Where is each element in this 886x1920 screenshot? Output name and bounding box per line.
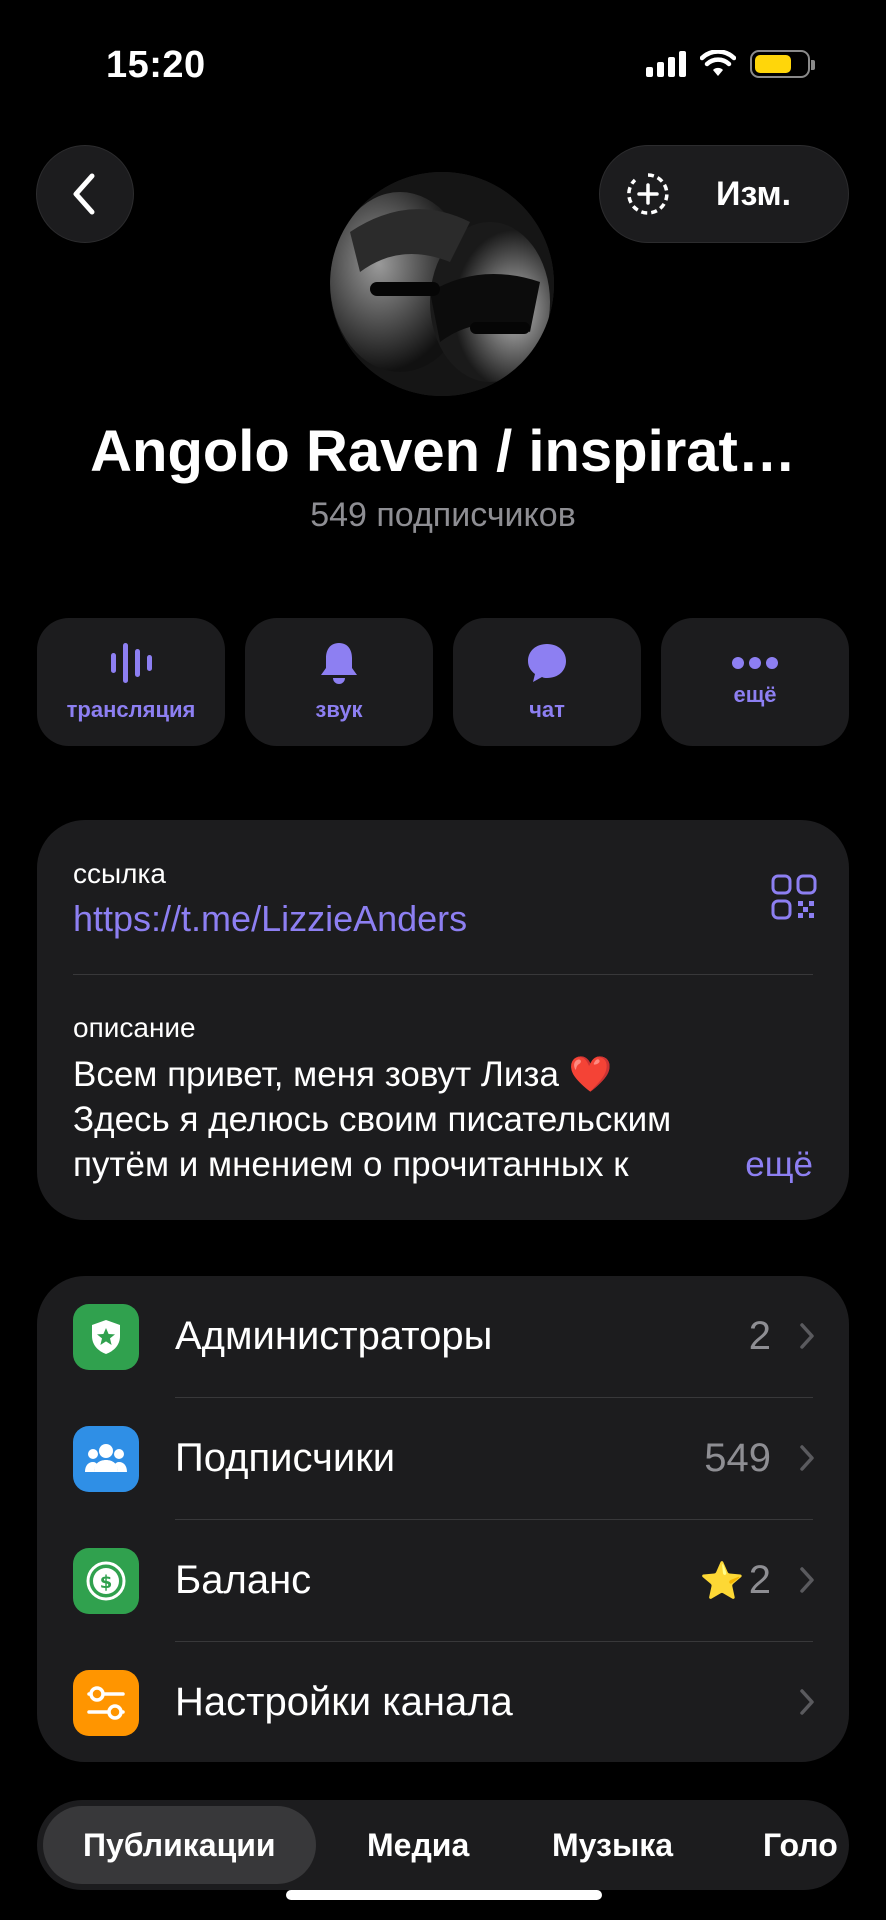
menu-title: Настройки канала bbox=[175, 1680, 513, 1724]
qr-code-icon[interactable] bbox=[771, 874, 817, 925]
more-dots-icon bbox=[732, 657, 778, 669]
info-card: ссылка https://t.me/LizzieAnders описани… bbox=[37, 820, 849, 1220]
tab-music[interactable]: Музыка bbox=[552, 1800, 673, 1890]
balance-value: 2 bbox=[748, 1558, 771, 1602]
tab-media[interactable]: Медиа bbox=[367, 1800, 469, 1890]
media-tab-bar: Публикации Медиа Музыка Голо bbox=[37, 1800, 849, 1890]
edit-label: Изм. bbox=[716, 174, 792, 213]
more-button[interactable]: ещё bbox=[661, 618, 849, 746]
description-more-link[interactable]: ещё bbox=[705, 1142, 813, 1187]
management-menu: Администраторы 2 Подписчики 549 $ Баланс… bbox=[37, 1276, 849, 1762]
channel-name: Angolo Raven / inspirat… bbox=[90, 419, 796, 484]
more-label: ещё bbox=[733, 682, 777, 707]
menu-title: Баланс bbox=[175, 1558, 312, 1602]
channel-description[interactable]: Всем привет, меня зовут Лиза ❤️ Здесь я … bbox=[73, 1052, 813, 1187]
add-story-icon bbox=[627, 173, 669, 215]
action-bar: трансляция звук чат ещё bbox=[37, 618, 849, 746]
subscriber-count: 549 подписчиков bbox=[310, 496, 576, 534]
tab-publications[interactable]: Публикации bbox=[43, 1806, 316, 1884]
chevron-right-icon bbox=[800, 1445, 814, 1471]
link-label: ссылка bbox=[73, 858, 166, 889]
status-icons bbox=[646, 50, 815, 78]
wifi-icon bbox=[700, 50, 736, 76]
chevron-right-icon bbox=[800, 1567, 814, 1593]
menu-value: ⭐ 2 bbox=[700, 1558, 771, 1603]
menu-row-balance[interactable]: $ Баланс ⭐ 2 bbox=[37, 1520, 849, 1641]
stream-button[interactable]: трансляция bbox=[37, 618, 225, 746]
channel-link[interactable]: https://t.me/LizzieAnders bbox=[73, 898, 467, 940]
signal-icon bbox=[646, 51, 686, 77]
menu-title: Подписчики bbox=[175, 1436, 396, 1480]
description-line: Здесь я делюсь своим писательским bbox=[73, 1100, 672, 1139]
menu-row-channel-settings[interactable]: Настройки канала bbox=[37, 1642, 849, 1763]
menu-row-subscribers[interactable]: Подписчики 549 bbox=[37, 1398, 849, 1519]
stream-label: трансляция bbox=[66, 697, 196, 722]
edit-button[interactable]: Изм. bbox=[599, 145, 849, 243]
battery-icon bbox=[750, 50, 815, 78]
svg-text:$: $ bbox=[100, 1572, 113, 1593]
sound-button[interactable]: звук bbox=[245, 618, 433, 746]
status-time: 15:20 bbox=[106, 44, 206, 86]
settings-sliders-icon bbox=[73, 1669, 139, 1736]
menu-value: 549 bbox=[704, 1436, 771, 1480]
people-icon bbox=[73, 1425, 139, 1492]
tab-voice[interactable]: Голо bbox=[763, 1800, 838, 1890]
description-line: Всем привет, меня зовут Лиза ❤️ bbox=[73, 1055, 613, 1094]
dollar-icon: $ bbox=[73, 1547, 139, 1614]
menu-value: 2 bbox=[748, 1314, 771, 1358]
menu-title: Администраторы bbox=[175, 1314, 493, 1358]
star-icon: ⭐ bbox=[699, 1559, 745, 1601]
description-label: описание bbox=[73, 1012, 196, 1043]
menu-row-administrators[interactable]: Администраторы 2 bbox=[37, 1276, 849, 1397]
chevron-right-icon bbox=[800, 1689, 814, 1715]
back-button[interactable] bbox=[36, 145, 134, 243]
channel-avatar[interactable] bbox=[330, 172, 554, 396]
description-line: путём и мнением о прочитанных к bbox=[73, 1145, 629, 1184]
stream-icon bbox=[111, 643, 152, 683]
info-divider bbox=[73, 974, 813, 975]
chevron-right-icon bbox=[800, 1323, 814, 1349]
admin-shield-icon bbox=[73, 1303, 139, 1370]
chevron-left-icon bbox=[73, 173, 95, 215]
bell-icon bbox=[321, 643, 357, 684]
sound-label: звук bbox=[315, 697, 363, 722]
chat-bubble-icon bbox=[528, 644, 566, 682]
chat-button[interactable]: чат bbox=[453, 618, 641, 746]
home-indicator bbox=[286, 1890, 602, 1900]
chat-label: чат bbox=[529, 697, 565, 722]
